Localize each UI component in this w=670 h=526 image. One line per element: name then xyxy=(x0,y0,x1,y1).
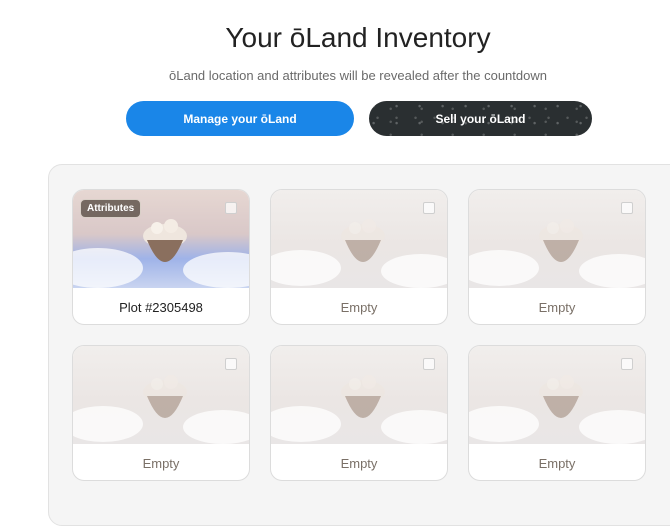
empty-slot-label: Empty xyxy=(142,455,180,471)
floating-island-icon xyxy=(143,375,187,418)
empty-slot-card[interactable]: Empty xyxy=(468,345,646,481)
select-checkbox[interactable] xyxy=(621,202,633,214)
floating-island-icon xyxy=(341,375,385,418)
floating-island-icon xyxy=(143,219,187,262)
plot-image xyxy=(271,190,447,288)
page-subtitle: ōLand location and attributes will be re… xyxy=(169,68,547,83)
plot-label: Plot #2305498 xyxy=(119,299,203,315)
empty-slot-label: Empty xyxy=(340,299,378,315)
floating-island-icon xyxy=(539,375,583,418)
select-checkbox[interactable] xyxy=(225,202,237,214)
select-checkbox[interactable] xyxy=(621,358,633,370)
plot-image xyxy=(469,190,645,288)
plot-image xyxy=(271,346,447,444)
inventory-panel: Attributes Plot #2305498 Empty Empty Emp… xyxy=(48,164,670,526)
plot-card[interactable]: Attributes Plot #2305498 xyxy=(72,189,250,325)
empty-slot-card[interactable]: Empty xyxy=(72,345,250,481)
floating-island-icon xyxy=(539,219,583,262)
empty-slot-card[interactable]: Empty xyxy=(468,189,646,325)
empty-slot-label: Empty xyxy=(538,455,576,471)
select-checkbox[interactable] xyxy=(423,358,435,370)
select-checkbox[interactable] xyxy=(225,358,237,370)
floating-island-icon xyxy=(341,219,385,262)
attributes-badge[interactable]: Attributes xyxy=(80,199,142,218)
empty-slot-label: Empty xyxy=(538,299,576,315)
empty-slot-card[interactable]: Empty xyxy=(270,345,448,481)
page-title: Your ōLand Inventory xyxy=(225,22,491,53)
select-checkbox[interactable] xyxy=(423,202,435,214)
empty-slot-label: Empty xyxy=(340,455,378,471)
empty-slot-card[interactable]: Empty xyxy=(270,189,448,325)
plot-image xyxy=(469,346,645,444)
manage-oland-button[interactable]: Manage your ōLand xyxy=(126,101,354,136)
sell-oland-button[interactable]: Sell your ōLand xyxy=(369,101,592,136)
plot-image xyxy=(73,346,249,444)
